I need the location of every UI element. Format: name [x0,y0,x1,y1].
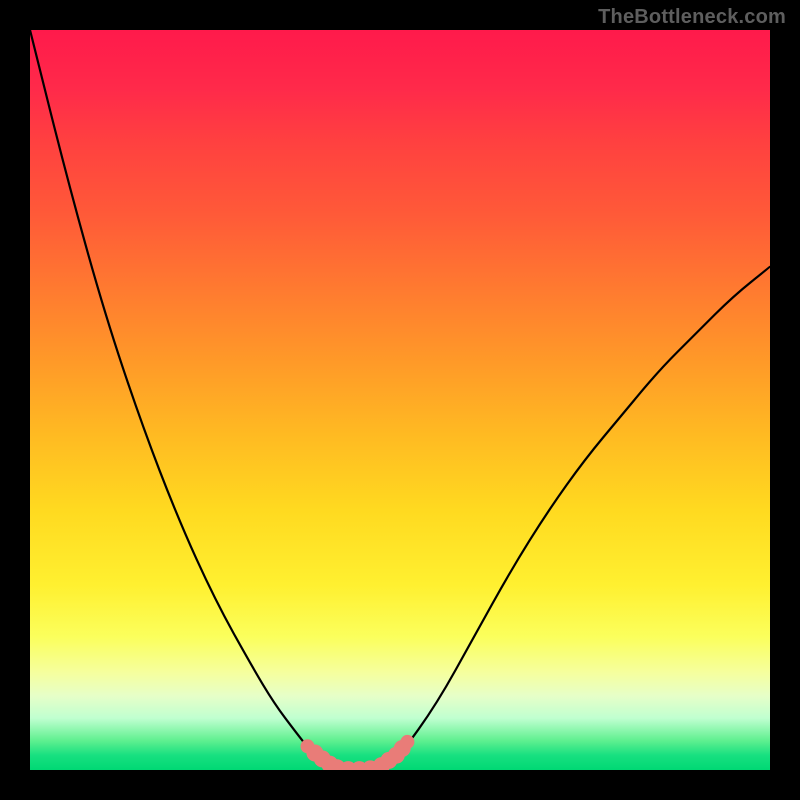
plot-svg [30,30,770,770]
plot-area [30,30,770,770]
watermark: TheBottleneck.com [598,6,786,29]
highlight-dot [400,735,414,749]
bottleneck-curve [30,30,770,770]
highlight-dots [301,735,415,770]
chart-frame: TheBottleneck.com [0,0,800,800]
